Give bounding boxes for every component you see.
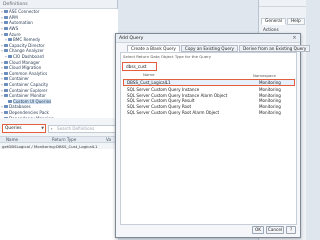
tab-help[interactable]: Help	[286, 18, 305, 25]
properties-tabs: General Help	[261, 18, 306, 25]
help-icon: ?	[289, 227, 293, 232]
list-item-namespace: Monitoring	[259, 104, 281, 110]
list-item[interactable]: SQL Server Custom Query Root Alarm Objec…	[123, 110, 295, 116]
cancel-button[interactable]: Cancel	[266, 226, 284, 234]
tab-create-blank-query[interactable]: Create a Blank Query	[127, 45, 180, 52]
folder-icon	[8, 38, 12, 42]
tree-item[interactable]: +Dependency Mapping	[0, 115, 118, 118]
column-name[interactable]: Name	[6, 137, 18, 142]
add-query-dialog: Add Query × Create a Blank Query Copy an…	[115, 33, 311, 238]
folder-icon	[8, 99, 12, 103]
list-item-name: SQL Server Custom Query Root	[127, 104, 192, 110]
definitions-grid-body	[0, 149, 118, 240]
definitions-grid-header: Name Return Type Va	[0, 136, 118, 143]
tree-item-label: Container Capacity	[8, 82, 49, 88]
folder-icon	[4, 88, 8, 92]
tree-item-label: Dependency Mapping	[9, 116, 54, 118]
folder-icon	[4, 83, 8, 87]
tree-item-label: Custom UI Queries	[12, 98, 52, 104]
tree-item-label: Automation	[8, 20, 33, 26]
tree-item-label: Common Analytics	[8, 70, 48, 76]
query-type-dropdown[interactable]: Queries ▼	[2, 124, 46, 133]
column-va[interactable]: Va	[106, 137, 111, 142]
tree-item-label: Container Monitor	[8, 93, 46, 99]
definitions-filter-row: Queries ▼ ⌕ Search Definitions	[0, 124, 118, 133]
search-icon: ⌕	[50, 125, 53, 131]
tree-item-label: Container	[8, 76, 29, 82]
folder-icon	[4, 71, 8, 75]
tab-derive-existing-query[interactable]: Derive from an Existing Query	[239, 45, 311, 52]
folder-icon	[4, 66, 8, 70]
tree-item-label: Cloud Manager	[8, 59, 40, 65]
list-item-name: DBSS_Cust_LogicalL1	[127, 80, 171, 85]
tree-item-label: Databases	[8, 104, 31, 110]
query-type-value: Queries	[5, 126, 22, 131]
folder-icon	[4, 77, 8, 81]
list-item-name: SQL Server Custom Query Result	[127, 98, 195, 104]
search-placeholder: Search Definitions	[57, 125, 95, 131]
column-name[interactable]: Name	[143, 72, 154, 77]
tree-item-label: APM	[8, 14, 18, 20]
folder-icon	[4, 60, 8, 64]
list-item-namespace: Monitoring	[259, 80, 281, 85]
help-button[interactable]: ?	[286, 226, 296, 234]
dialog-footer: OK Cancel ?	[116, 223, 302, 237]
tree-item-label: Change Analyzer	[8, 48, 44, 54]
ok-button[interactable]: OK	[252, 226, 264, 234]
list-item-name: SQL Server Custom Query Instance Alarm O…	[127, 92, 228, 98]
definitions-pane: Definitions + ASE Connector + APM + Automatio…	[0, 0, 118, 240]
folder-icon	[4, 15, 8, 19]
tab-general[interactable]: General	[261, 18, 286, 25]
tree-item-label: CIO Dashboard	[12, 54, 44, 60]
tree-item-label: Cloud Migration	[8, 65, 42, 71]
properties-header	[259, 0, 306, 7]
list-item-name: SQL Server Custom Query Root Alarm Objec…	[127, 110, 220, 116]
list-item-namespace: Monitoring	[259, 110, 281, 116]
tree-item-label: Dependencies Pack	[8, 109, 49, 115]
folder-icon	[4, 21, 8, 25]
close-icon[interactable]: ×	[291, 35, 298, 42]
return-type-instruction: Select Return Data Object Type for the Q…	[123, 54, 212, 59]
list-item-namespace: Monitoring	[259, 86, 281, 92]
tree-item-label: BMC Remedy	[12, 37, 41, 43]
dialog-title: Add Query	[116, 34, 300, 43]
dialog-content: Select Return Data Object Type for the Q…	[120, 52, 297, 225]
folder-icon	[4, 94, 8, 98]
column-return-type[interactable]: Return Type	[52, 137, 76, 142]
tree-item-label: Capacity Director	[8, 42, 45, 48]
tree-item-label: ASE Connector	[8, 9, 40, 15]
tree-item-label: AWS	[8, 26, 19, 32]
folder-icon	[4, 49, 8, 53]
chevron-down-icon: ▼	[41, 126, 44, 130]
list-item-name: SQL Server Custom Query Instance	[127, 86, 200, 92]
folder-icon	[8, 55, 12, 59]
return-type-list[interactable]: DBSS_Cust_LogicalL1 Monitoring SQL Server …	[123, 79, 295, 224]
folder-icon	[4, 116, 8, 118]
folder-icon	[4, 105, 8, 109]
dialog-tabs: Create a Blank Query Copy an Existing Qu…	[127, 45, 311, 52]
list-item-namespace: Monitoring	[259, 92, 281, 98]
folder-icon	[4, 10, 8, 14]
folder-icon	[4, 32, 8, 36]
tab-copy-existing-query[interactable]: Copy an Existing Query	[180, 45, 239, 52]
list-item[interactable]: DBSS_Cust_LogicalL1 Monitoring	[123, 79, 295, 86]
tree-item-label: Azure	[8, 31, 21, 37]
search-definitions-input[interactable]: ⌕ Search Definitions	[48, 124, 116, 133]
folder-icon	[4, 43, 8, 47]
folder-icon	[4, 110, 8, 114]
column-namespace[interactable]: Namespace	[253, 73, 276, 78]
definitions-title: Definitions	[0, 0, 117, 9]
definitions-tree[interactable]: + ASE Connector + APM + Automation + AWS + Azure +…	[0, 9, 118, 118]
return-type-list-header: Name Namespace	[123, 72, 295, 78]
folder-icon	[4, 27, 8, 31]
list-item-namespace: Monitoring	[259, 98, 281, 104]
tree-item-label: Container Explorer	[8, 87, 48, 93]
return-type-filter-input[interactable]: dbss_cust	[122, 62, 157, 71]
